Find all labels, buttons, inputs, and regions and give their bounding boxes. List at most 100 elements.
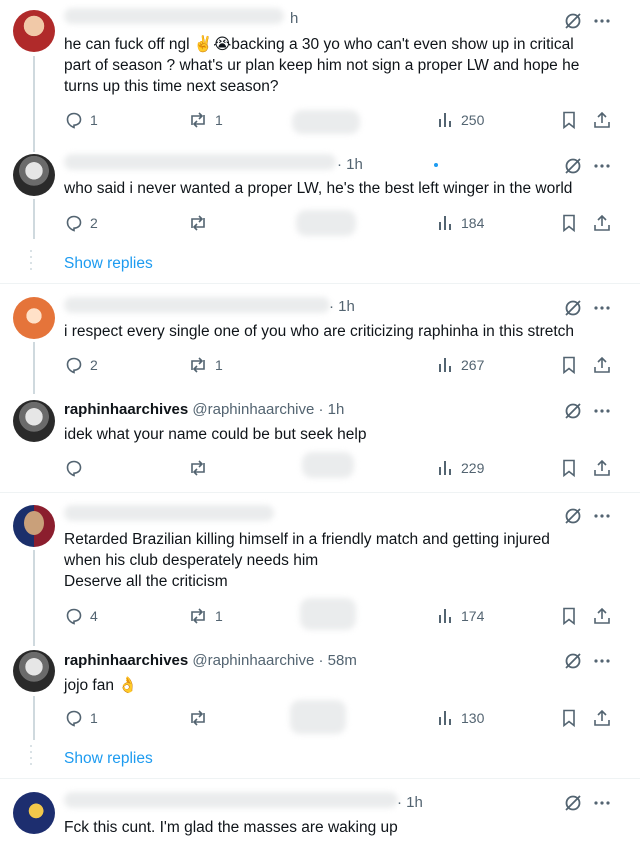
reply-count: 1 [90, 710, 98, 726]
views-icon [439, 609, 451, 623]
share-icon[interactable] [592, 458, 612, 478]
grok-icon[interactable] [563, 651, 583, 671]
more-icon[interactable] [592, 11, 612, 31]
tweet-time[interactable]: h [290, 10, 298, 27]
repost-button[interactable]: 1 [187, 606, 223, 626]
views-icon [439, 113, 451, 127]
reply-icon [66, 710, 82, 727]
redacted-name [64, 792, 398, 808]
share-icon[interactable] [592, 606, 612, 626]
like-button-redacted[interactable] [302, 452, 354, 478]
repost-button[interactable] [187, 213, 215, 233]
share-icon[interactable] [592, 213, 612, 233]
author-handle[interactable]: @raphinhaarchive · 1h [192, 401, 344, 418]
bookmark-icon[interactable] [559, 355, 579, 375]
bookmark-icon[interactable] [559, 110, 579, 130]
tweet-text-line: Retarded Brazilian killing himself in a … [64, 531, 550, 548]
grok-icon[interactable] [563, 11, 583, 31]
share-icon[interactable] [592, 110, 612, 130]
tweet-text: jojo fan 👌 [64, 675, 624, 696]
more-icon[interactable] [592, 506, 612, 526]
views-button[interactable]: 184 [437, 213, 484, 233]
thread-dots [28, 745, 34, 769]
view-count: 267 [461, 357, 485, 373]
tweet-text: Fck this cunt. I'm glad the masses are w… [64, 817, 624, 838]
reply-button[interactable]: 2 [64, 355, 98, 375]
reply-button[interactable] [64, 458, 90, 478]
share-icon[interactable] [592, 355, 612, 375]
repost-count: 1 [215, 608, 223, 624]
reply-button[interactable]: 2 [64, 213, 98, 233]
avatar[interactable] [13, 154, 55, 196]
grok-icon[interactable] [563, 793, 583, 813]
reply-button[interactable]: 1 [64, 708, 98, 728]
author-display-name[interactable]: raphinhaarchives [64, 652, 188, 669]
avatar[interactable] [13, 297, 55, 339]
unread-dot [434, 163, 438, 167]
views-button[interactable]: 229 [437, 458, 484, 478]
thread-line [33, 56, 35, 152]
more-icon[interactable] [592, 793, 612, 813]
author-name[interactable]: raphinhaarchives @raphinhaarchive · 58m [64, 652, 357, 669]
like-button-redacted[interactable] [290, 700, 346, 734]
tweet-text-line: Deserve all the criticism [64, 573, 228, 590]
more-icon[interactable] [592, 401, 612, 421]
tweet-time[interactable]: · 1h [337, 156, 363, 173]
tweet-text: idek what your name could be but seek he… [64, 424, 624, 445]
tweet-time[interactable]: · 1h [397, 794, 423, 811]
show-replies-link[interactable]: Show replies [64, 255, 153, 273]
views-icon [439, 711, 451, 725]
bookmark-icon[interactable] [559, 458, 579, 478]
repost-icon [191, 608, 205, 624]
like-button-redacted[interactable] [292, 110, 360, 134]
repost-button[interactable]: 1 [187, 355, 223, 375]
tweet-time[interactable]: · 1h [329, 298, 355, 315]
author-name[interactable]: raphinhaarchives @raphinhaarchive · 1h [64, 401, 344, 418]
avatar[interactable] [13, 400, 55, 442]
view-count: 174 [461, 608, 485, 624]
reply-button[interactable]: 4 [64, 606, 98, 626]
thread-line [33, 342, 35, 394]
show-replies-link[interactable]: Show replies [64, 750, 153, 768]
grok-icon[interactable] [563, 156, 583, 176]
more-icon[interactable] [592, 156, 612, 176]
views-button[interactable]: 250 [437, 110, 484, 130]
repost-icon [191, 357, 205, 373]
grok-icon[interactable] [563, 298, 583, 318]
view-count: 130 [461, 710, 485, 726]
reply-button[interactable]: 1 [64, 110, 98, 130]
reply-icon [66, 608, 82, 625]
tweet-text: Retarded Brazilian killing himself in a … [64, 529, 624, 592]
more-icon[interactable] [592, 298, 612, 318]
bookmark-icon[interactable] [559, 708, 579, 728]
views-button[interactable]: 267 [437, 355, 484, 375]
repost-icon [191, 460, 205, 476]
tweet-text-line: he can fuck off ngl ✌️😭backing a 30 yo w… [64, 36, 574, 53]
view-count: 250 [461, 112, 485, 128]
like-button-redacted[interactable] [300, 598, 356, 630]
grok-icon[interactable] [563, 401, 583, 421]
avatar[interactable] [13, 792, 55, 834]
reply-count: 4 [90, 608, 98, 624]
repost-icon [191, 710, 205, 726]
bookmark-icon[interactable] [559, 213, 579, 233]
share-icon[interactable] [592, 708, 612, 728]
repost-button[interactable] [187, 708, 215, 728]
views-button[interactable]: 174 [437, 606, 484, 626]
tweet-text-line: jojo fan 👌 [64, 677, 138, 694]
repost-button[interactable]: 1 [187, 110, 223, 130]
redacted-name [64, 505, 274, 521]
author-display-name[interactable]: raphinhaarchives [64, 401, 188, 418]
avatar[interactable] [13, 505, 55, 547]
more-icon[interactable] [592, 651, 612, 671]
thread-line [33, 199, 35, 239]
grok-icon[interactable] [563, 506, 583, 526]
avatar[interactable] [13, 10, 55, 52]
like-button-redacted[interactable] [296, 210, 356, 236]
author-handle[interactable]: @raphinhaarchive · 58m [192, 652, 356, 669]
repost-button[interactable] [187, 458, 215, 478]
bookmark-icon[interactable] [559, 606, 579, 626]
avatar[interactable] [13, 650, 55, 692]
tweet-text: who said i never wanted a proper LW, he'… [64, 178, 624, 199]
views-button[interactable]: 130 [437, 708, 484, 728]
